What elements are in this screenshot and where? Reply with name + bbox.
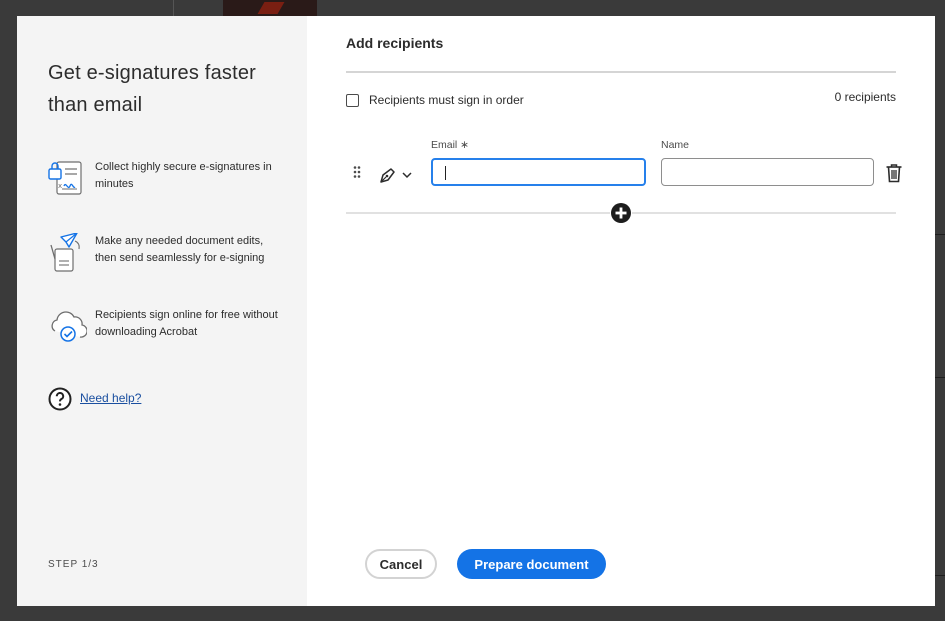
recipient-role-dropdown[interactable] — [378, 165, 418, 185]
feature-item: Make any needed document edits, then sen… — [47, 233, 297, 277]
name-label: Name — [661, 139, 690, 151]
sidebar-title: Get e-signatures faster than email — [48, 62, 257, 116]
recipient-count: 0 recipients — [834, 90, 896, 104]
prepare-document-button[interactable]: Prepare document — [457, 549, 606, 579]
background-divider — [935, 377, 945, 378]
email-label: Email ∗ — [431, 139, 469, 151]
name-field[interactable] — [661, 158, 874, 186]
need-help-link[interactable]: Need help? — [80, 391, 141, 405]
text-caret — [445, 166, 446, 180]
sign-in-order-label: Recipients must sign in order — [369, 93, 524, 107]
feature-text: Make any needed document edits, then sen… — [95, 235, 265, 264]
chevron-down-icon — [402, 172, 412, 179]
feature-text: Recipients sign online for free without … — [95, 309, 278, 338]
background-divider — [935, 575, 945, 576]
send-for-signature-dialog: Get e-signatures faster than email x Col… — [17, 16, 935, 606]
panel-title: Add recipients — [346, 35, 444, 51]
step-indicator: STEP 1/3 — [48, 559, 99, 570]
email-field[interactable] — [431, 158, 646, 186]
cloud-check-icon — [51, 311, 87, 342]
question-circle-icon — [48, 387, 72, 411]
recipients-panel: Add recipients Recipients must sign in o… — [307, 16, 935, 606]
svg-text:x: x — [58, 182, 62, 190]
feature-item: Recipients sign online for free without … — [47, 307, 297, 351]
info-sidebar: Get e-signatures faster than email x Col… — [17, 16, 307, 606]
sign-in-order-checkbox[interactable] — [346, 94, 359, 107]
feature-item: x Collect highly secure e-signatures in … — [47, 159, 297, 203]
background-divider — [173, 0, 174, 16]
secure-document-icon: x — [48, 161, 82, 195]
feature-text: Collect highly secure e-signatures in mi… — [95, 161, 272, 190]
title-divider — [346, 71, 896, 73]
add-recipient-icon[interactable] — [610, 202, 632, 224]
background-thumbnail — [223, 0, 317, 16]
cancel-button[interactable]: Cancel — [365, 549, 437, 579]
send-document-icon — [50, 233, 80, 272]
pen-icon — [380, 168, 395, 183]
delete-recipient-icon[interactable] — [885, 163, 903, 183]
drag-handle-icon[interactable] — [352, 165, 362, 181]
background-divider — [935, 234, 945, 235]
